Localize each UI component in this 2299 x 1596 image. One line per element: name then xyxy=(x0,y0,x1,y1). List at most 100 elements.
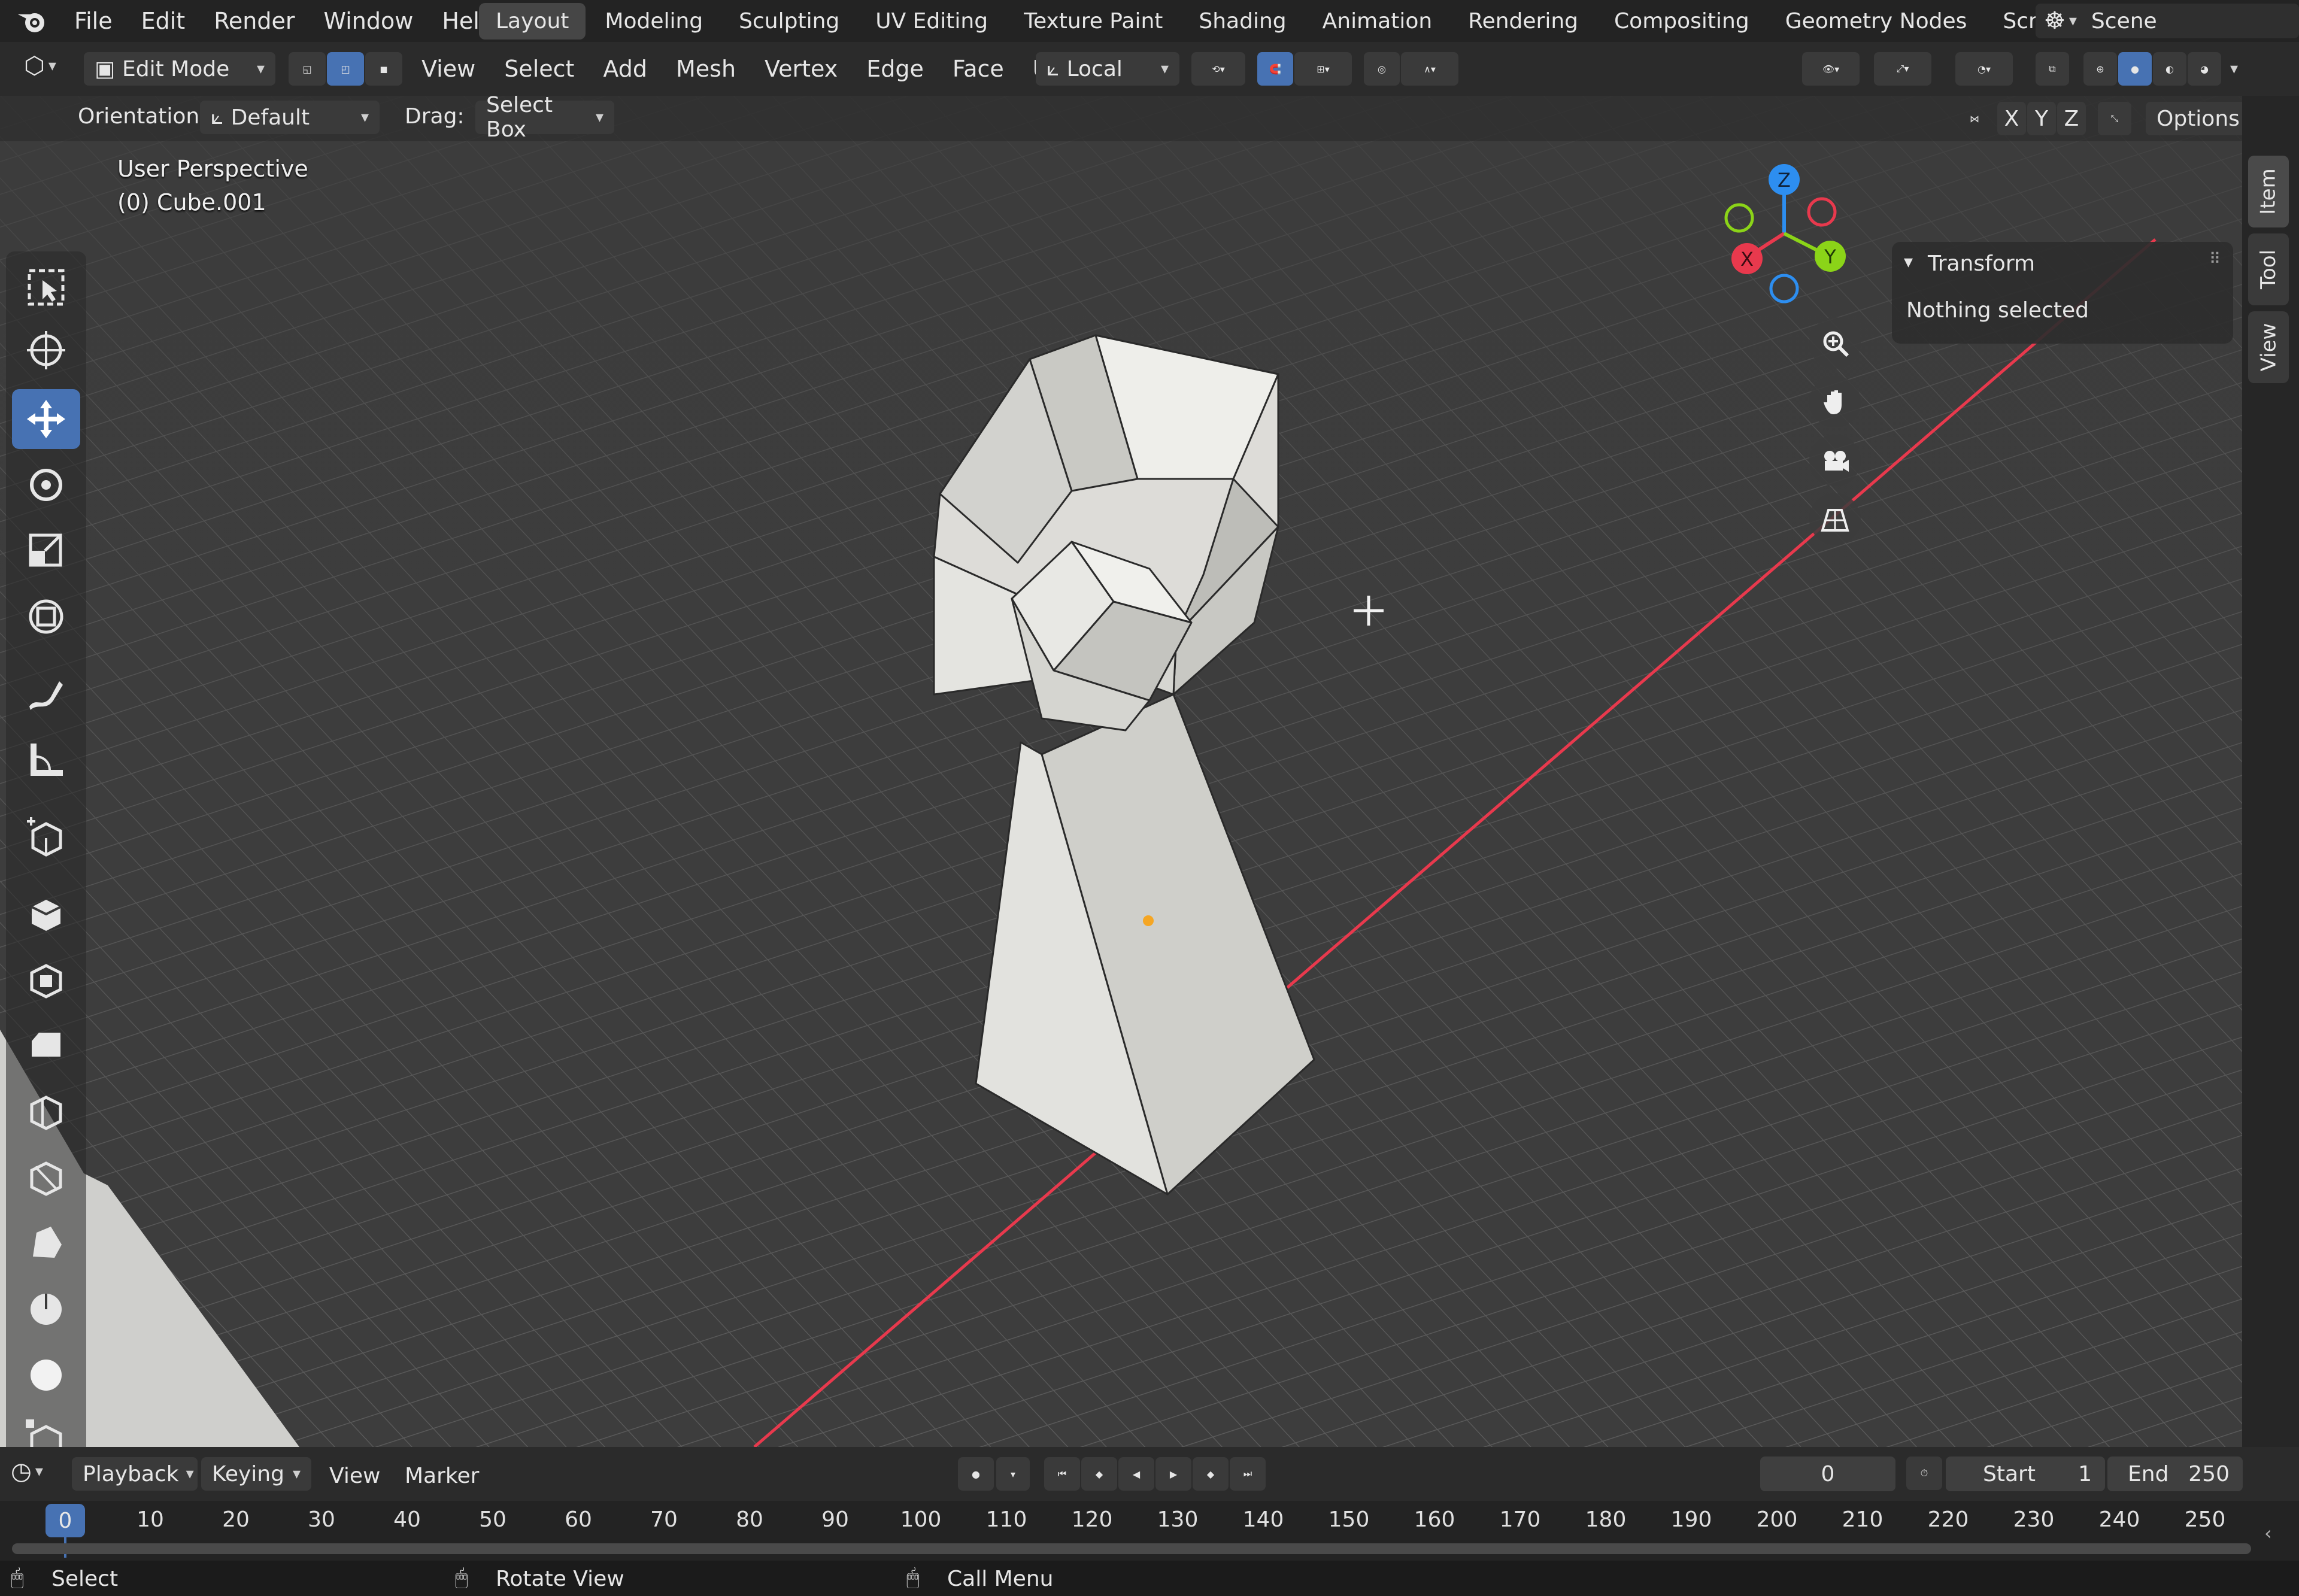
jump-start-icon[interactable]: ⏮ xyxy=(1044,1457,1080,1491)
scene-name[interactable]: Scene xyxy=(2091,9,2157,34)
measure-tool-icon[interactable] xyxy=(12,730,80,790)
jump-end-icon[interactable]: ⏭ xyxy=(1230,1457,1266,1491)
rendered-shading-icon[interactable]: ◕ xyxy=(2188,52,2221,86)
mode-selector[interactable]: ▣ Edit Mode ▾ xyxy=(84,52,275,86)
perspective-toggle-icon[interactable] xyxy=(1809,493,1861,545)
face-select-icon[interactable]: ◼ xyxy=(365,52,402,86)
tab-texture-paint[interactable]: Texture Paint xyxy=(1007,3,1179,40)
solid-shading-icon[interactable]: ● xyxy=(2118,52,2152,86)
transform-tool-icon[interactable] xyxy=(12,587,80,647)
tab-sculpting[interactable]: Sculpting xyxy=(722,3,856,40)
tab-compositing[interactable]: Compositing xyxy=(1597,3,1766,40)
spin-tool-icon[interactable] xyxy=(12,1278,80,1338)
chevron-down-icon[interactable]: ▾ xyxy=(2230,60,2238,78)
pivot-point-icon[interactable]: ⟲▾ xyxy=(1191,52,1245,86)
tab-layout[interactable]: Layout xyxy=(479,2,586,40)
menu-edit[interactable]: Edit xyxy=(127,8,200,34)
tab-animation[interactable]: Animation xyxy=(1306,3,1449,40)
timeline-scrollbar[interactable] xyxy=(12,1543,2251,1554)
smooth-tool-icon[interactable] xyxy=(12,1344,80,1404)
falloff-icon[interactable]: ∧▾ xyxy=(1401,52,1458,86)
header-menu-select[interactable]: Select xyxy=(490,56,589,82)
play-icon[interactable]: ▶ xyxy=(1155,1457,1191,1491)
current-frame-field[interactable]: 0 xyxy=(1760,1457,1895,1491)
menu-render[interactable]: Render xyxy=(199,8,309,34)
transform-panel-title[interactable]: Transform xyxy=(1928,251,2035,276)
inset-faces-tool-icon[interactable] xyxy=(12,949,80,1009)
snap-target-icon[interactable]: ⊞▾ xyxy=(1294,52,1352,86)
zoom-icon[interactable] xyxy=(1809,317,1861,369)
mirror-icon[interactable]: ⋈ xyxy=(1958,102,1991,135)
gizmo-toggle-icon[interactable]: ⤢▾ xyxy=(1874,52,1931,86)
rotate-tool-icon[interactable] xyxy=(12,455,80,515)
proportional-edit-icon[interactable]: ◎ xyxy=(1364,52,1400,86)
overlays-icon[interactable]: ◔▾ xyxy=(1955,52,2013,86)
3d-viewport[interactable]: Z X Y User Perspective (0) Cube.001 ▾ Tr… xyxy=(0,96,2242,1447)
timeline-menu-view[interactable]: View xyxy=(329,1464,380,1488)
start-frame-field[interactable]: Start 1 xyxy=(1946,1457,2105,1491)
record-keyframe-icon[interactable]: ● xyxy=(958,1457,994,1491)
timeline-editor-type[interactable]: ◷ ▾ xyxy=(11,1458,43,1485)
header-menu-mesh[interactable]: Mesh xyxy=(662,56,750,82)
transform-orientation-dropdown[interactable]: ⟀ Local ▾ xyxy=(1036,52,1179,86)
header-menu-view[interactable]: View xyxy=(407,56,490,82)
chevron-left-icon[interactable]: ‹ xyxy=(2264,1522,2272,1545)
header-menu-edge[interactable]: Edge xyxy=(852,56,938,82)
visibility-icon[interactable]: 👁▾ xyxy=(1802,52,1860,86)
tab-uv-editing[interactable]: UV Editing xyxy=(859,3,1005,40)
move-tool-icon[interactable] xyxy=(12,389,80,449)
tab-modeling[interactable]: Modeling xyxy=(588,3,720,40)
tab-item[interactable]: Item xyxy=(2248,156,2289,227)
header-menu-vertex[interactable]: Vertex xyxy=(750,56,852,82)
auto-merge-icon[interactable]: ⤡ xyxy=(2098,102,2131,135)
tab-tool[interactable]: Tool xyxy=(2248,233,2289,305)
material-shading-icon[interactable]: ◐ xyxy=(2153,52,2186,86)
pan-hand-icon[interactable] xyxy=(1809,376,1861,427)
blender-logo-icon[interactable] xyxy=(16,6,49,36)
bevel-tool-icon[interactable] xyxy=(12,1015,80,1075)
scale-tool-icon[interactable] xyxy=(12,521,80,581)
chevron-down-icon[interactable]: ▾ xyxy=(1904,251,1913,272)
tab-shading[interactable]: Shading xyxy=(1182,3,1303,40)
annotate-tool-icon[interactable] xyxy=(12,665,80,724)
vertex-select-icon[interactable]: ◱ xyxy=(289,52,326,86)
knife-tool-icon[interactable] xyxy=(12,1146,80,1206)
header-menu-face[interactable]: Face xyxy=(938,56,1018,82)
select-box-icon[interactable] xyxy=(12,257,80,317)
menu-window[interactable]: Window xyxy=(309,8,427,34)
menu-file[interactable]: File xyxy=(60,8,127,34)
tab-view[interactable]: View xyxy=(2248,311,2289,383)
preview-range-icon[interactable]: ⏱ xyxy=(1906,1457,1942,1490)
mirror-x-toggle[interactable]: X xyxy=(1997,102,2026,135)
playhead[interactable]: 0 xyxy=(46,1504,85,1537)
xray-icon[interactable]: ⧉ xyxy=(2036,52,2069,86)
camera-view-icon[interactable] xyxy=(1809,435,1861,486)
timeline-menu-marker[interactable]: Marker xyxy=(405,1464,479,1488)
keying-menu[interactable]: Keying ▾ xyxy=(201,1457,311,1491)
wireframe-shading-icon[interactable]: ⊕ xyxy=(2083,52,2117,86)
chevron-down-icon[interactable]: ▾ xyxy=(996,1457,1030,1491)
header-menu-add[interactable]: Add xyxy=(589,56,662,82)
edge-select-icon[interactable]: ◰ xyxy=(327,52,364,86)
prev-keyframe-icon[interactable]: ◆ xyxy=(1081,1457,1117,1491)
shrink-fatten-tool-icon[interactable] xyxy=(12,1410,80,1447)
tab-geometry-nodes[interactable]: Geometry Nodes xyxy=(1769,3,1984,40)
play-reverse-icon[interactable]: ◀ xyxy=(1118,1457,1154,1491)
snap-toggle-icon[interactable]: 🧲 xyxy=(1257,52,1293,86)
mirror-z-toggle[interactable]: Z xyxy=(2057,102,2086,135)
poly-build-tool-icon[interactable] xyxy=(12,1212,80,1272)
mirror-y-toggle[interactable]: Y xyxy=(2027,102,2056,135)
playback-menu[interactable]: Playback ▾ xyxy=(72,1457,198,1491)
orientation-dropdown[interactable]: ⟀ Default ▾ xyxy=(200,101,380,134)
drag-dropdown[interactable]: Select Box ▾ xyxy=(475,93,614,142)
cursor-tool-icon[interactable] xyxy=(12,320,80,380)
editor-type-button[interactable]: ⬡ ▾ xyxy=(24,52,56,80)
extrude-tool-icon[interactable] xyxy=(12,883,80,943)
add-cube-tool-icon[interactable] xyxy=(12,808,80,868)
end-frame-field[interactable]: End 250 xyxy=(2107,1457,2243,1491)
loop-cut-tool-icon[interactable] xyxy=(12,1081,80,1140)
drag-handle-icon[interactable]: ⠿ xyxy=(2209,250,2221,268)
tab-rendering[interactable]: Rendering xyxy=(1451,3,1595,40)
scene-selector-icon[interactable]: ☸ xyxy=(2044,7,2066,35)
next-keyframe-icon[interactable]: ◆ xyxy=(1193,1457,1229,1491)
